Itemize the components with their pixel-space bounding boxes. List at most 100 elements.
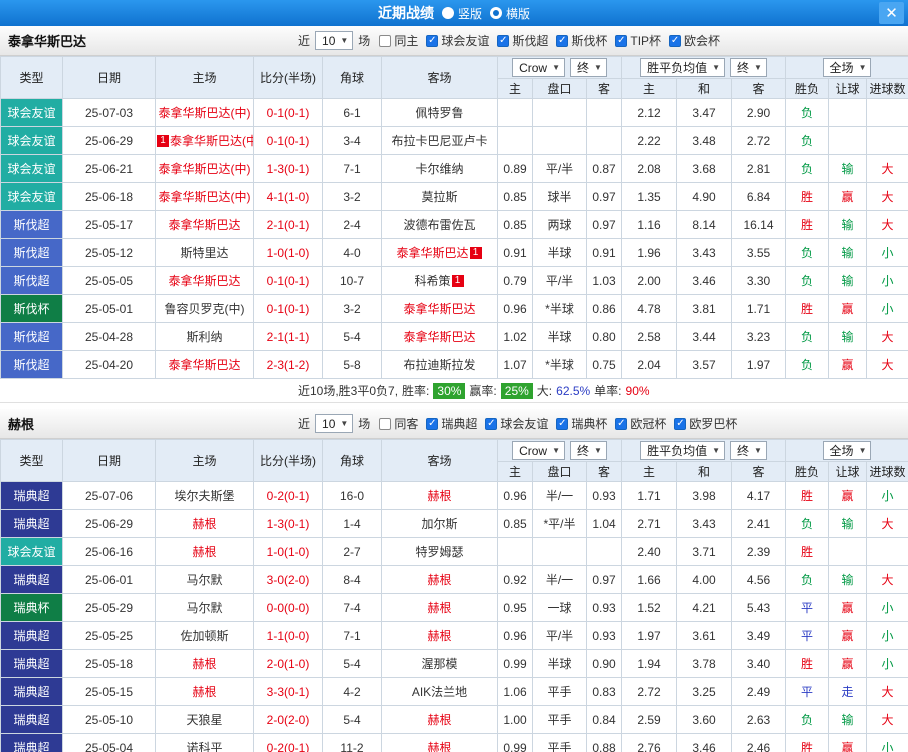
corner-cell: 16-0: [323, 482, 382, 510]
layout-radio-vertical[interactable]: 竖版: [442, 5, 482, 22]
away-team-name: 布拉迪斯拉发: [403, 358, 475, 372]
match-row: 瑞典超25-05-15赫根3-3(0-1)4-2AIK法兰地1.06平手0.83…: [1, 678, 908, 706]
home-team-name: 诺科平: [186, 741, 222, 752]
handicap-result-cell: 输: [829, 267, 867, 295]
score-cell: 0-1(0-1): [254, 127, 323, 155]
goals-result-cell: 小: [867, 650, 908, 678]
filter-option[interactable]: ✓斯伐杯: [556, 32, 607, 49]
filter-option[interactable]: 同主: [379, 32, 418, 49]
team-section-1: 泰拿华斯巴达 近 10 ▼ 场 同主✓球会友谊✓斯伐超✓斯伐杯✓TIP杯✓欧会杯…: [0, 26, 908, 403]
score-cell: 0-1(0-1): [254, 295, 323, 323]
match-date-cell: 25-05-01: [63, 295, 156, 323]
asian-handicap-cell: [533, 538, 587, 566]
scope-select[interactable]: 全场 ▼: [823, 441, 872, 460]
euro-draw-odds-cell: 3.44: [677, 323, 732, 351]
asian-home-odds-cell: 1.00: [498, 706, 533, 734]
away-team-name: 泰拿华斯巴达: [396, 246, 468, 260]
euro-odds-select[interactable]: 胜平负均值 ▼: [640, 58, 725, 77]
count-badge: 1: [452, 275, 464, 287]
radio-icon[interactable]: [442, 7, 454, 19]
home-team-cell: 斯特里达: [156, 239, 254, 267]
checkbox-icon[interactable]: ✓: [674, 418, 686, 430]
col-away: 客场: [382, 57, 498, 99]
checkbox-icon[interactable]: ✓: [556, 418, 568, 430]
subcol-handicap-result: 让球: [829, 79, 867, 99]
col-away: 客场: [382, 440, 498, 482]
filter-option[interactable]: ✓球会友谊: [485, 415, 548, 432]
away-team-name: 科希策: [414, 274, 450, 288]
result-cell: 胜: [786, 211, 829, 239]
euro-home-odds-cell: 4.78: [622, 295, 677, 323]
euro-final-select[interactable]: 终 ▼: [730, 441, 767, 460]
filter-option[interactable]: 同客: [379, 415, 418, 432]
odds-final-select[interactable]: 终 ▼: [570, 58, 607, 77]
odds-company-select[interactable]: Crow ▼: [512, 441, 565, 460]
radio-icon[interactable]: [490, 7, 502, 19]
filter-label: 同主: [394, 32, 418, 49]
filter-checkbox-group: 同主✓球会友谊✓斯伐超✓斯伐杯✓TIP杯✓欧会杯: [379, 32, 720, 49]
competition-type-cell: 斯伐杯: [1, 295, 63, 323]
corner-cell: 5-4: [323, 706, 382, 734]
checkbox-icon[interactable]: ✓: [426, 35, 438, 47]
result-cell: 胜: [786, 650, 829, 678]
euro-final-select[interactable]: 终 ▼: [730, 58, 767, 77]
filter-option[interactable]: ✓TIP杯: [615, 32, 661, 49]
competition-type-cell: 瑞典杯: [1, 594, 63, 622]
layout-radio-horizontal[interactable]: 横版: [490, 5, 530, 22]
euro-away-odds-cell: 6.84: [732, 183, 786, 211]
checkbox-icon[interactable]: ✓: [615, 418, 627, 430]
score-cell: 1-0(1-0): [254, 239, 323, 267]
checkbox-icon[interactable]: [379, 418, 391, 430]
select-value: 全场: [830, 59, 854, 76]
asian-away-odds-cell: 0.97: [587, 566, 622, 594]
euro-home-odds-cell: 2.40: [622, 538, 677, 566]
odds-company-select[interactable]: Crow ▼: [512, 58, 565, 77]
home-team-name: 佐加顿斯: [180, 629, 228, 643]
filter-option[interactable]: ✓欧罗巴杯: [674, 415, 737, 432]
asian-away-odds-cell: 0.91: [587, 239, 622, 267]
checkbox-icon[interactable]: ✓: [669, 35, 681, 47]
euro-home-odds-cell: 1.16: [622, 211, 677, 239]
filter-option[interactable]: ✓瑞典超: [426, 415, 477, 432]
filter-option[interactable]: ✓欧会杯: [669, 32, 720, 49]
asian-home-odds-cell: 1.06: [498, 678, 533, 706]
checkbox-icon[interactable]: ✓: [497, 35, 509, 47]
match-date-cell: 25-06-29: [63, 510, 156, 538]
corner-cell: 6-1: [323, 99, 382, 127]
near-label: 近: [298, 32, 310, 49]
asian-handicap-cell: 半球: [533, 650, 587, 678]
scope-select[interactable]: 全场 ▼: [823, 58, 872, 77]
match-date-cell: 25-04-20: [63, 351, 156, 379]
filter-option[interactable]: ✓瑞典杯: [556, 415, 607, 432]
checkbox-icon[interactable]: ✓: [556, 35, 568, 47]
col-home: 主场: [156, 440, 254, 482]
checkbox-icon[interactable]: ✓: [615, 35, 627, 47]
filter-label: 同客: [394, 415, 418, 432]
filter-option[interactable]: ✓斯伐超: [497, 32, 548, 49]
close-button[interactable]: ✕: [879, 2, 904, 24]
odds-final-select[interactable]: 终 ▼: [570, 441, 607, 460]
euro-home-odds-cell: 2.08: [622, 155, 677, 183]
checkbox-icon[interactable]: ✓: [485, 418, 497, 430]
home-team-name: 天狼星: [186, 713, 222, 727]
checkbox-icon[interactable]: ✓: [426, 418, 438, 430]
asian-home-odds-cell: 0.89: [498, 155, 533, 183]
match-row: 球会友谊25-07-03泰拿华斯巴达(中)0-1(0-1)6-1佩特罗鲁2.12…: [1, 99, 908, 127]
euro-draw-odds-cell: 3.60: [677, 706, 732, 734]
filter-label: 欧会杯: [684, 32, 720, 49]
asian-home-odds-cell: 0.85: [498, 510, 533, 538]
filter-option[interactable]: ✓欧冠杯: [615, 415, 666, 432]
euro-home-odds-cell: 1.52: [622, 594, 677, 622]
match-count-select[interactable]: 10 ▼: [315, 414, 353, 433]
corner-cell: 3-2: [323, 295, 382, 323]
asian-handicap-cell: *半球: [533, 351, 587, 379]
checkbox-icon[interactable]: [379, 35, 391, 47]
filter-label: 球会友谊: [441, 32, 489, 49]
euro-odds-select[interactable]: 胜平负均值 ▼: [640, 441, 725, 460]
result-cell: 负: [786, 155, 829, 183]
match-count-select[interactable]: 10 ▼: [315, 31, 353, 50]
filter-label: 斯伐杯: [571, 32, 607, 49]
filter-label: 瑞典杯: [571, 415, 607, 432]
filter-option[interactable]: ✓球会友谊: [426, 32, 489, 49]
home-team-cell: 泰拿华斯巴达: [156, 351, 254, 379]
